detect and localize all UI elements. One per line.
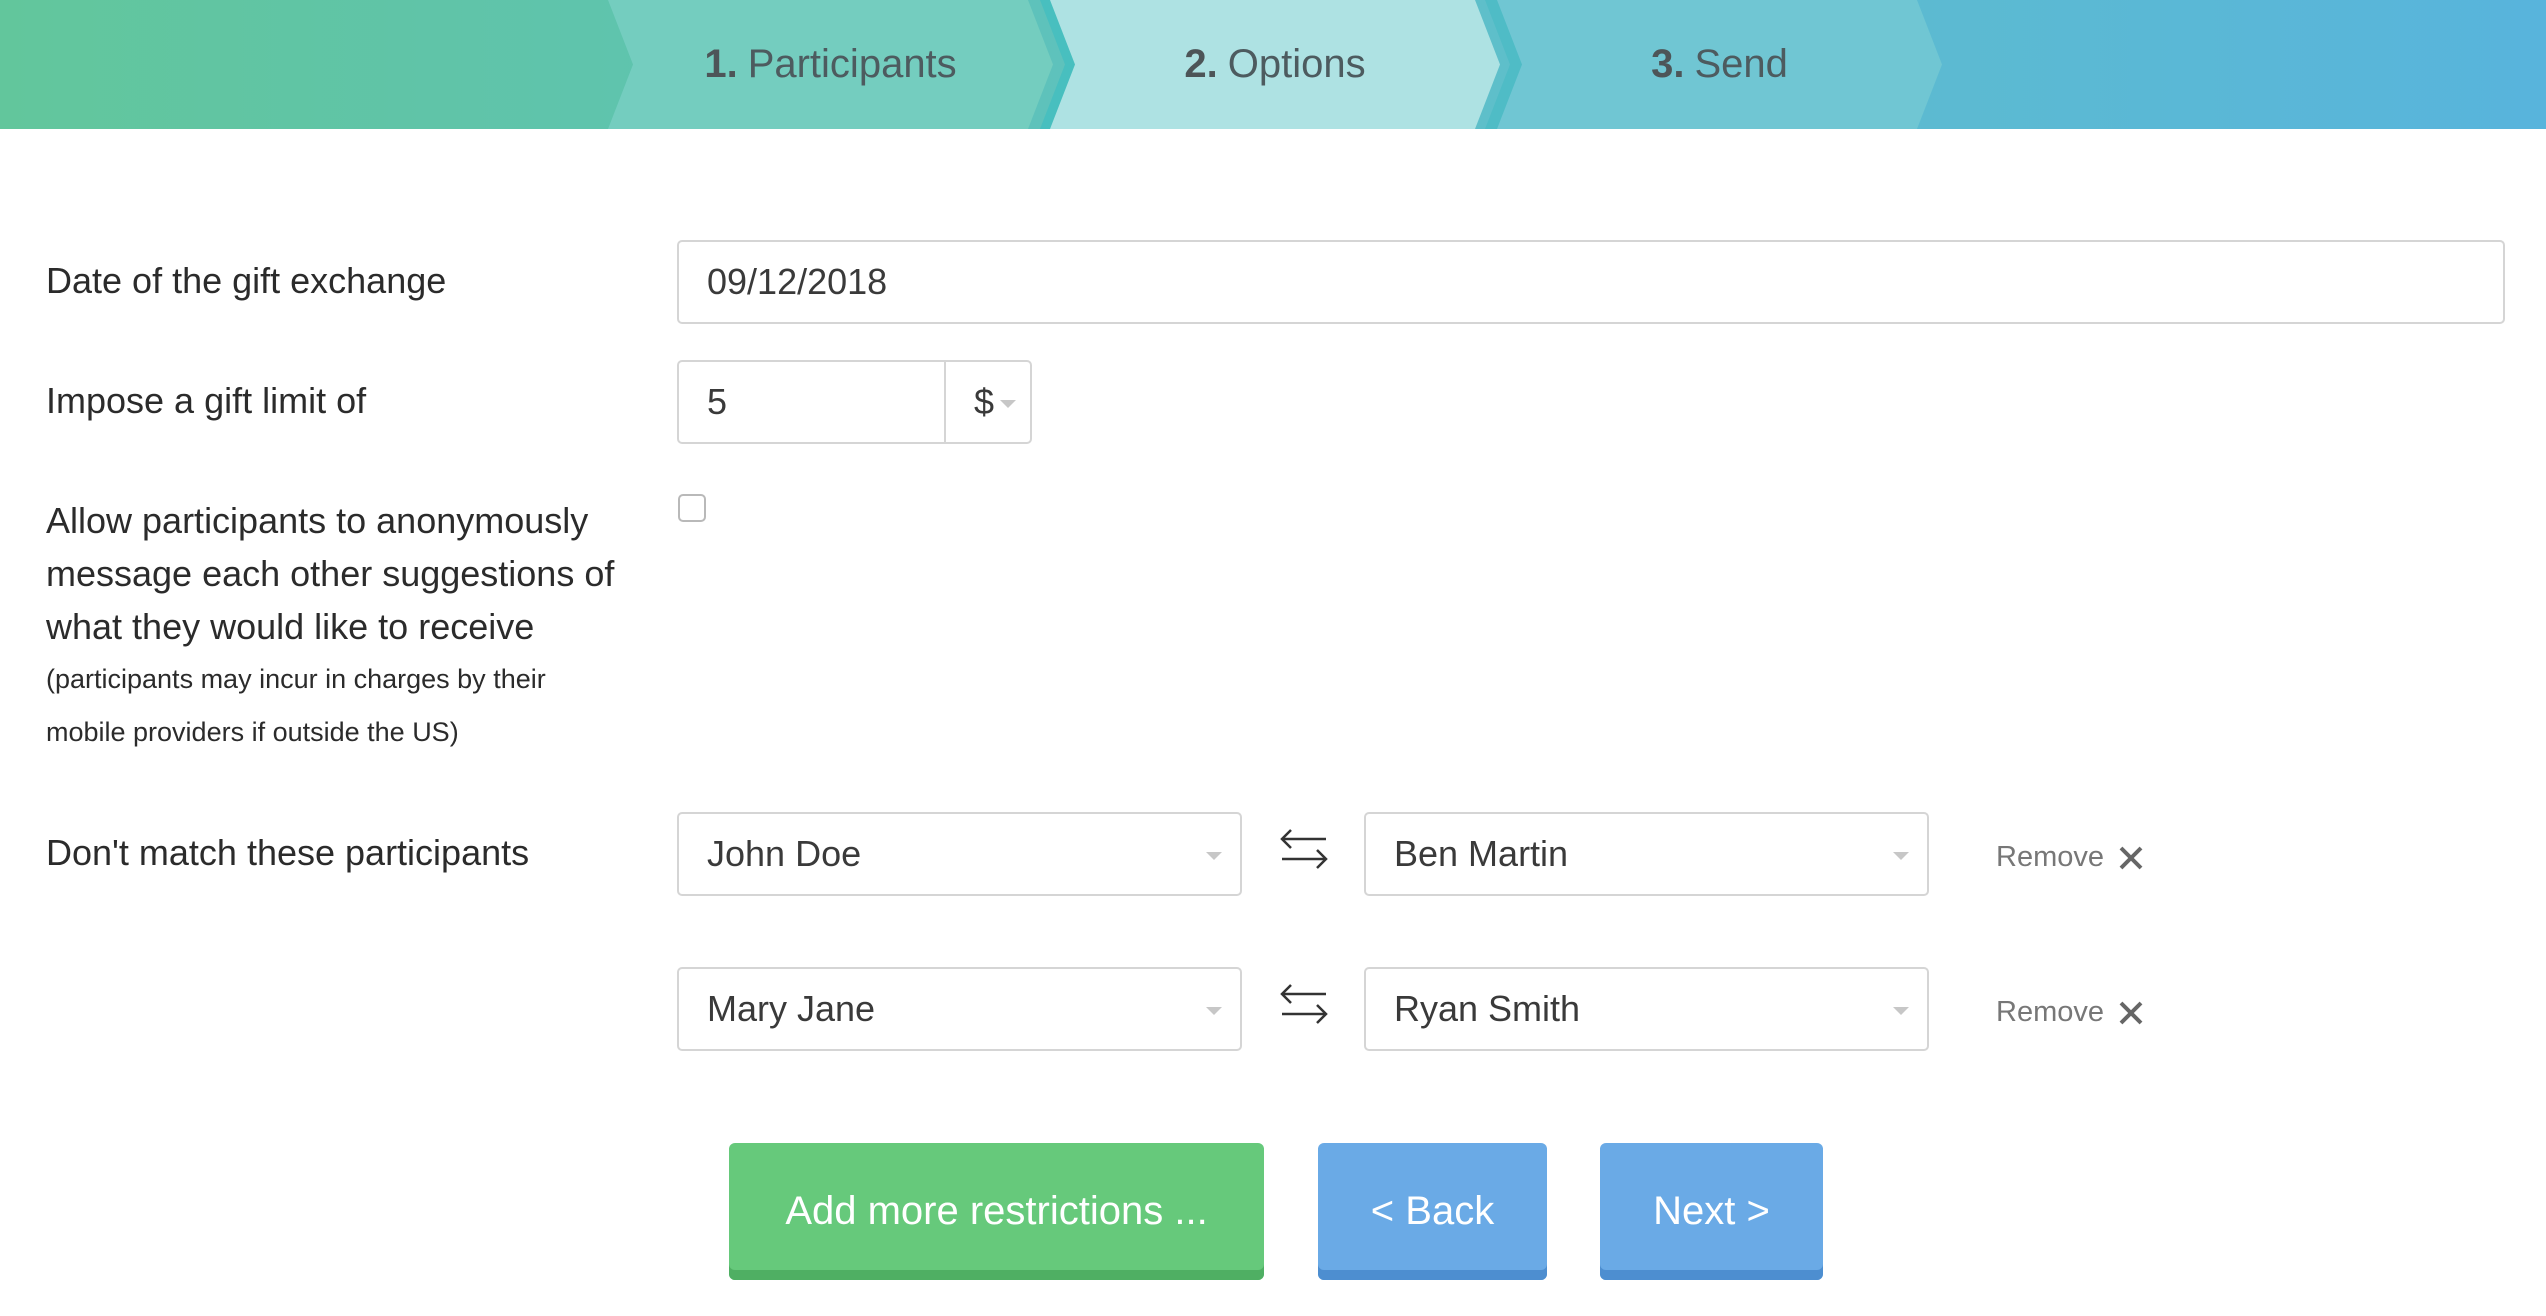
step-options[interactable]: 2. Options xyxy=(1050,0,1500,129)
wizard-header: 1. Participants 2. Options 3. Send xyxy=(0,0,2546,129)
restriction-right-value: Ryan Smith xyxy=(1394,988,1581,1029)
chevron-down-icon xyxy=(1893,852,1909,860)
messaging-label-line: what they would like to receive xyxy=(46,606,535,647)
date-input[interactable]: 09/12/2018 xyxy=(677,240,2505,324)
chevron-down-icon xyxy=(1206,1007,1222,1015)
close-icon xyxy=(2119,846,2143,869)
chevron-down-icon xyxy=(1000,400,1016,408)
step-send[interactable]: 3. Send xyxy=(1497,0,1942,129)
next-button[interactable]: Next > xyxy=(1600,1143,1823,1280)
gift-limit-value: 5 xyxy=(707,381,728,422)
remove-label: Remove xyxy=(1996,996,2104,1028)
currency-value: $ xyxy=(974,381,995,422)
date-label: Date of the gift exchange xyxy=(46,260,447,301)
messaging-label-line: message each other suggestions of xyxy=(46,553,615,594)
step-number: 1. xyxy=(704,42,738,86)
restriction-right-select[interactable]: Ben Martin xyxy=(1364,812,1929,896)
chevron-down-icon xyxy=(1206,852,1222,860)
messaging-label: Allow participants to anonymously messag… xyxy=(46,494,614,759)
step-number: 3. xyxy=(1651,42,1685,86)
step-label: Send xyxy=(1694,42,1788,86)
restriction-left-select[interactable]: John Doe xyxy=(677,812,1242,896)
messaging-label-line: Allow participants to anonymously xyxy=(46,500,589,541)
gift-limit-input[interactable]: 5 xyxy=(677,360,946,444)
step-label: Options xyxy=(1227,42,1366,86)
back-button[interactable]: < Back xyxy=(1318,1143,1547,1280)
messaging-checkbox[interactable] xyxy=(678,494,706,522)
add-restrictions-button[interactable]: Add more restrictions ... xyxy=(729,1143,1264,1280)
remove-restriction-button[interactable]: Remove xyxy=(1996,996,2144,1029)
step-participants[interactable]: 1. Participants xyxy=(608,0,1053,129)
remove-label: Remove xyxy=(1996,841,2104,873)
messaging-note-line: mobile providers if outside the US) xyxy=(46,717,459,747)
messaging-note-line: (participants may incur in charges by th… xyxy=(46,664,546,694)
gift-limit-label: Impose a gift limit of xyxy=(46,380,367,421)
close-icon xyxy=(2119,1001,2143,1024)
step-label: Participants xyxy=(747,42,957,86)
restriction-right-value: Ben Martin xyxy=(1394,833,1569,874)
currency-select[interactable]: $ xyxy=(944,360,1032,444)
restriction-left-value: John Doe xyxy=(707,833,862,874)
step-number: 2. xyxy=(1184,42,1218,86)
chevron-down-icon xyxy=(1893,1007,1909,1015)
restriction-right-select[interactable]: Ryan Smith xyxy=(1364,967,1929,1051)
remove-restriction-button[interactable]: Remove xyxy=(1996,841,2144,874)
swap-arrows-icon xyxy=(1280,829,1328,869)
restrictions-label: Don't match these participants xyxy=(46,832,530,873)
date-value: 09/12/2018 xyxy=(707,261,888,302)
restriction-left-value: Mary Jane xyxy=(707,988,876,1029)
restriction-left-select[interactable]: Mary Jane xyxy=(677,967,1242,1051)
swap-arrows-icon xyxy=(1280,984,1328,1024)
